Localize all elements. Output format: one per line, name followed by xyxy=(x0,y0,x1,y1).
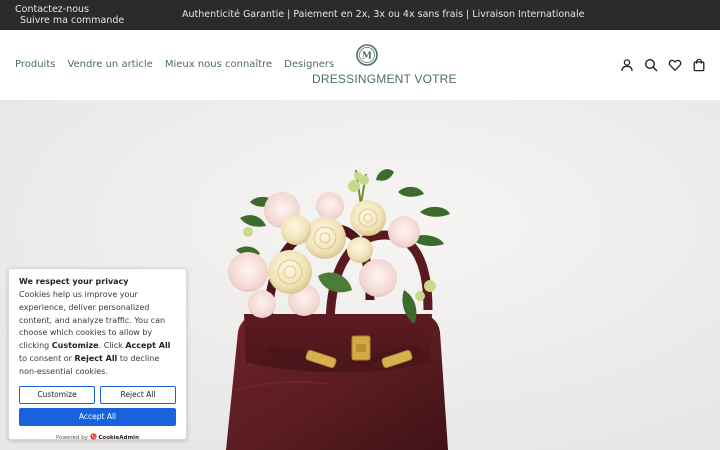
nav-item-produits[interactable]: Produits xyxy=(15,59,55,70)
cookieadmin-provider[interactable]: CookieAdmin xyxy=(98,435,139,441)
search-icon[interactable] xyxy=(644,58,658,72)
cookie-text-part: to consent or xyxy=(19,353,75,363)
brand-name: DRESSINGMENT VOTRE xyxy=(312,72,457,86)
nav-item-mieux-nous-connaitre[interactable]: Mieux nous connaître xyxy=(165,59,272,70)
cookie-accept-keyword: Accept All xyxy=(125,341,171,351)
header-icons xyxy=(620,58,706,72)
cart-icon[interactable] xyxy=(692,58,706,72)
svg-text:M: M xyxy=(362,52,372,62)
cookie-reject-keyword: Reject All xyxy=(74,353,118,363)
account-icon[interactable] xyxy=(620,58,634,72)
top-announcement-bar: Contactez-nous Suivre ma commande Authen… xyxy=(0,0,720,30)
powered-by-label: Powered by xyxy=(56,434,88,441)
announcement-text: Authenticité Garantie | Paiement en 2x, … xyxy=(182,9,585,20)
accept-all-button[interactable]: Accept All xyxy=(19,407,176,426)
cookie-consent-banner: We respect your privacy Cookies help us … xyxy=(8,268,187,441)
main-nav: Produits Vendre un article Mieux nous co… xyxy=(15,59,334,70)
customize-button[interactable]: Customize xyxy=(19,385,95,404)
topbar-links: Contactez-nous Suivre ma commande xyxy=(15,4,124,26)
contact-link[interactable]: Contactez-nous xyxy=(15,4,124,15)
cookie-text-part: . Click xyxy=(98,341,126,351)
site-header: Produits Vendre un article Mieux nous co… xyxy=(0,30,720,100)
track-order-link[interactable]: Suivre ma commande xyxy=(15,15,124,26)
cookieadmin-logo-icon xyxy=(89,432,97,440)
logo-mark-icon: M xyxy=(356,44,378,66)
reject-all-button[interactable]: Reject All xyxy=(100,385,176,404)
site-logo[interactable]: M DRESSINGMENT VOTRE xyxy=(312,44,457,86)
powered-by: Powered by CookieAdmin xyxy=(19,432,176,441)
nav-item-vendre[interactable]: Vendre un article xyxy=(67,59,152,70)
heart-icon[interactable] xyxy=(668,58,682,72)
cookie-description: Cookies help us improve your experience,… xyxy=(19,289,176,379)
cookie-customize-keyword: Customize xyxy=(51,341,99,351)
cookie-secondary-buttons: Customize Reject All xyxy=(19,385,176,404)
cookie-title: We respect your privacy xyxy=(19,277,129,286)
